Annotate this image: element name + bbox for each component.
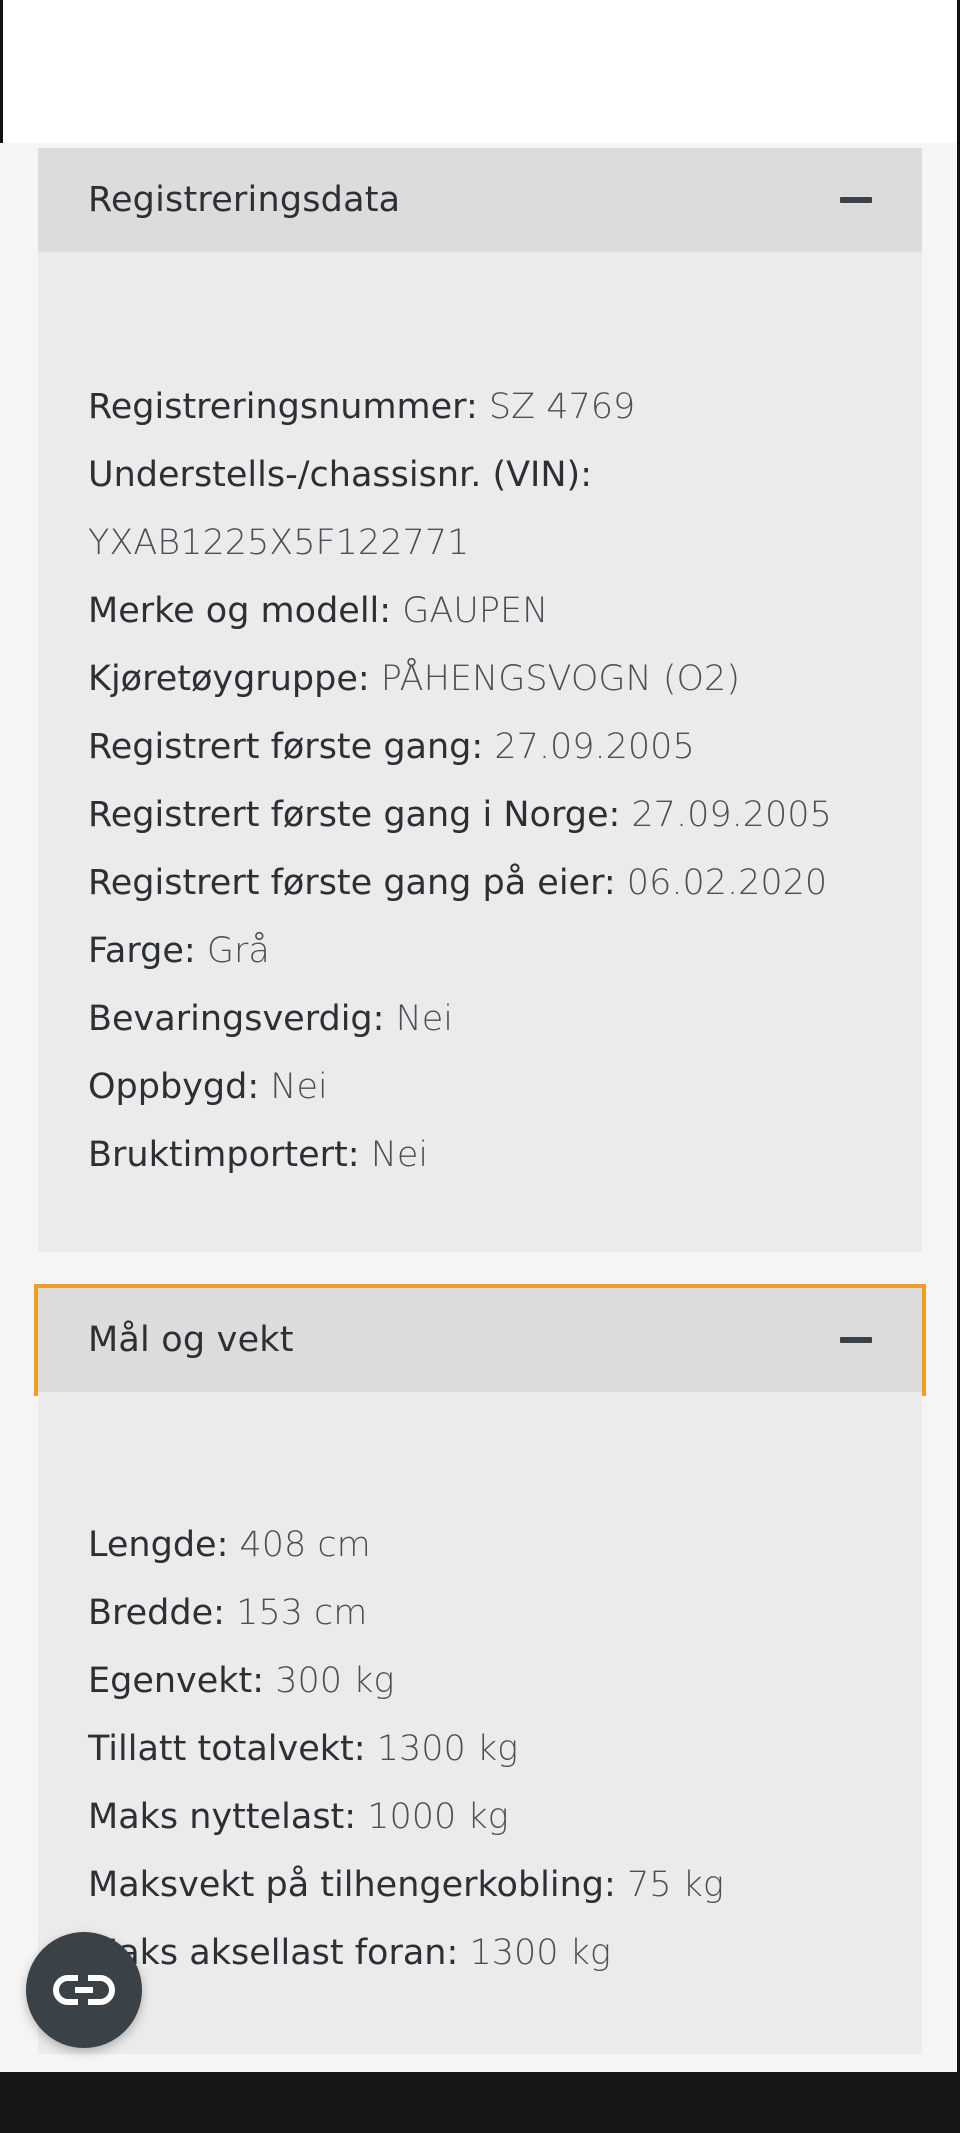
row-label: Registrert første gang på eier: (88, 863, 616, 903)
info-row-vin-value: YXAB1225X5F122771 (88, 520, 469, 566)
row-label: Oppbygd: (88, 1067, 260, 1107)
info-row-make-model: Merke og modell: GAUPEN (88, 588, 548, 634)
row-value: GAUPEN (402, 591, 549, 631)
info-row-first-registered: Registrert første gang: 27.09.2005 (88, 724, 695, 770)
registration-section-title: Registreringsdata (88, 180, 401, 220)
info-row-preservation: Bevaringsverdig: Nei (88, 996, 453, 1042)
dimensions-section-header[interactable]: Mål og vekt (34, 1284, 926, 1396)
row-value: 75 kg (626, 1865, 724, 1905)
info-row-front-axle-load: Maks aksellast foran: 1300 kg (88, 1930, 611, 1976)
info-row-color: Farge: Grå (88, 928, 270, 974)
row-label: Bruktimportert: (88, 1135, 360, 1175)
row-value: Nei (370, 1135, 429, 1175)
row-value: Nei (270, 1067, 328, 1107)
registration-section-body: Registreringsnummer: SZ 4769 Understells… (38, 252, 922, 1252)
info-row-curb-weight: Egenvekt: 300 kg (88, 1658, 394, 1704)
row-value: SZ 4769 (488, 387, 636, 427)
info-row-vehicle-group: Kjøretøygruppe: PÅHENGSVOGN (O2) (88, 656, 740, 702)
row-value: Grå (206, 931, 270, 971)
row-value: YXAB1225X5F122771 (88, 523, 470, 563)
row-label: Understells-/chassisnr. (VIN): (88, 455, 592, 495)
registration-section-header[interactable]: Registreringsdata (38, 148, 922, 252)
info-row-first-registered-owner: Registrert første gang på eier: 06.02.20… (88, 860, 827, 906)
dimensions-section-title: Mål og vekt (88, 1320, 294, 1360)
row-value: 1000 kg (367, 1797, 509, 1837)
row-value: 153 cm (236, 1593, 368, 1633)
info-row-hitch-load: Maksvekt på tilhengerkobling: 75 kg (88, 1862, 724, 1908)
dimensions-section: Mål og vekt Lengde: 408 cm Bredde: 153 c… (34, 1284, 926, 2054)
row-value: 27.09.2005 (631, 795, 832, 835)
row-value: 300 kg (275, 1661, 395, 1701)
row-label: Bevaringsverdig: (88, 999, 385, 1039)
system-navigation-bar (0, 2072, 960, 2133)
dimensions-section-body: Lengde: 408 cm Bredde: 153 cm Egenvekt: … (38, 1392, 922, 2054)
row-value: 27.09.2005 (494, 727, 695, 767)
row-label: Registrert første gang i Norge: (88, 795, 621, 835)
info-row-total-weight: Tillatt totalvekt: 1300 kg (88, 1726, 518, 1772)
row-label: Farge: (88, 931, 196, 971)
registration-section: Registreringsdata Registreringsnummer: S… (38, 148, 922, 1252)
row-value: 408 cm (239, 1525, 371, 1565)
row-value: PÅHENGSVOGN (O2) (380, 659, 740, 699)
minus-icon[interactable] (840, 197, 872, 203)
row-label: Maks aksellast foran: (88, 1933, 459, 1973)
row-value: 1300 kg (376, 1729, 519, 1769)
row-label: Tillatt totalvekt: (88, 1729, 366, 1769)
row-label: Maks nyttelast: (88, 1797, 357, 1837)
info-row-used-import: Bruktimportert: Nei (88, 1132, 428, 1178)
row-value: Nei (395, 999, 454, 1039)
row-label: Kjøretøygruppe: (88, 659, 370, 699)
row-value: 1300 kg (469, 1933, 611, 1973)
row-label: Registrert første gang: (88, 727, 484, 767)
link-fab-button[interactable] (26, 1932, 142, 2048)
row-label: Egenvekt: (88, 1661, 265, 1701)
row-label: Lengde: (88, 1525, 229, 1565)
info-row-payload: Maks nyttelast: 1000 kg (88, 1794, 509, 1840)
top-blank-area (0, 0, 960, 143)
info-row-rebuilt: Oppbygd: Nei (88, 1064, 328, 1110)
minus-icon[interactable] (840, 1337, 872, 1343)
info-row-length: Lengde: 408 cm (88, 1522, 371, 1568)
row-label: Registreringsnummer: (88, 387, 478, 427)
info-row-first-registered-norway: Registrert første gang i Norge: 27.09.20… (88, 792, 832, 838)
info-row-registration-number: Registreringsnummer: SZ 4769 (88, 384, 635, 430)
info-row-width: Bredde: 153 cm (88, 1590, 367, 1636)
row-value: 06.02.2020 (626, 863, 828, 903)
link-icon (53, 1972, 115, 2008)
row-label: Bredde: (88, 1593, 225, 1633)
row-label: Merke og modell: (88, 591, 392, 631)
row-label: Maksvekt på tilhengerkobling: (88, 1865, 616, 1905)
info-row-vin-label: Understells-/chassisnr. (VIN): (88, 452, 592, 498)
